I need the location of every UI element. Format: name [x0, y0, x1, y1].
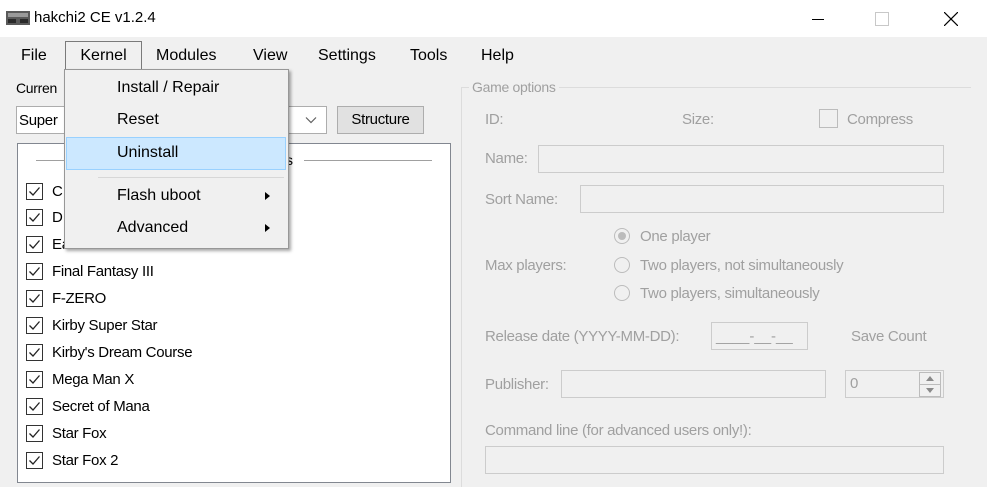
name-label: Name:	[485, 150, 528, 167]
game-item[interactable]: Mega Man X	[26, 366, 134, 393]
command-line-input[interactable]	[485, 446, 944, 474]
game-item[interactable]: D	[26, 204, 63, 231]
close-icon	[944, 11, 958, 26]
game-item-label: Star Fox 2	[52, 452, 119, 469]
checkbox-checked-icon[interactable]	[26, 236, 43, 253]
checkbox-checked-icon[interactable]	[26, 209, 43, 226]
radio-two-players-alternate[interactable]	[614, 257, 630, 273]
radio-two-players-simultaneous[interactable]	[614, 285, 630, 301]
menu-item-flash-uboot[interactable]: Flash uboot	[66, 180, 286, 212]
menu-item-advanced[interactable]: Advanced	[66, 212, 286, 244]
checkbox-checked-icon[interactable]	[26, 183, 43, 200]
game-item-label: Star Fox	[52, 425, 107, 442]
game-item[interactable]: C	[26, 178, 63, 205]
release-date-label: Release date (YYYY-MM-DD):	[485, 328, 680, 345]
current-console-label: Curren	[16, 80, 57, 96]
submenu-arrow-icon	[265, 192, 270, 200]
console-select-value: Super	[19, 112, 58, 129]
checkbox-checked-icon[interactable]	[26, 398, 43, 415]
game-item-label: C	[52, 183, 63, 200]
menu-separator	[98, 177, 284, 178]
group-divider	[304, 160, 432, 161]
game-item[interactable]: Kirby Super Star	[26, 312, 158, 339]
menu-help[interactable]: Help	[481, 44, 514, 68]
release-date-value: ____-__-__	[716, 328, 793, 345]
menu-settings[interactable]: Settings	[318, 44, 376, 68]
game-item-label: Final Fantasy III	[52, 263, 154, 280]
maximize-icon	[875, 11, 889, 26]
game-item-label: Kirby Super Star	[52, 317, 158, 334]
checkbox-checked-icon[interactable]	[26, 263, 43, 280]
checkbox-checked-icon[interactable]	[26, 290, 43, 307]
max-players-label: Max players:	[485, 257, 567, 274]
name-input[interactable]	[538, 145, 944, 173]
menu-kernel[interactable]: Kernel	[65, 41, 142, 71]
hakchi-console-icon	[6, 11, 30, 25]
sort-name-input[interactable]	[580, 185, 944, 213]
game-item-label: Secret of Mana	[52, 398, 150, 415]
sort-name-label: Sort Name:	[485, 191, 558, 208]
save-count-value: 0	[850, 375, 859, 392]
game-item[interactable]: Star Fox	[26, 420, 107, 447]
compress-checkbox[interactable]	[819, 109, 838, 128]
game-options-title: Game options	[469, 79, 559, 95]
close-button[interactable]	[928, 0, 974, 37]
radio-one-player-label: One player	[640, 228, 711, 245]
menu-item-uninstall[interactable]: Uninstall	[66, 137, 286, 170]
game-item[interactable]: Final Fantasy III	[26, 258, 154, 285]
menu-file[interactable]: File	[21, 44, 47, 68]
game-item-label: Kirby's Dream Course	[52, 344, 193, 361]
minimize-button[interactable]	[795, 0, 841, 37]
menu-tools[interactable]: Tools	[410, 44, 447, 68]
radio-two-players-alternate-label: Two players, not simultaneously	[640, 257, 844, 274]
menu-view[interactable]: View	[253, 44, 287, 68]
checkbox-checked-icon[interactable]	[26, 425, 43, 442]
command-line-label: Command line (for advanced users only!):	[485, 422, 752, 439]
save-count-label: Save Count	[851, 328, 927, 345]
size-label: Size:	[682, 111, 714, 128]
checkbox-checked-icon[interactable]	[26, 452, 43, 469]
game-item[interactable]: F-ZERO	[26, 285, 106, 312]
game-item[interactable]: Kirby's Dream Course	[26, 339, 193, 366]
publisher-input[interactable]	[561, 370, 826, 398]
id-label: ID:	[485, 111, 504, 128]
radio-one-player[interactable]	[614, 228, 630, 244]
minimize-icon	[812, 18, 824, 20]
compress-label: Compress	[847, 111, 913, 128]
game-item[interactable]: Star Fox 2	[26, 447, 119, 474]
maximize-button[interactable]	[859, 0, 905, 37]
menu-item-install-repair[interactable]: Install / Repair	[66, 72, 286, 104]
menu-item-reset[interactable]: Reset	[66, 104, 286, 136]
checkbox-checked-icon[interactable]	[26, 371, 43, 388]
window-title: hakchi2 CE v1.2.4	[34, 9, 156, 26]
submenu-arrow-icon	[265, 224, 270, 232]
structure-button[interactable]: Structure	[337, 106, 424, 134]
game-item-label: F-ZERO	[52, 290, 107, 307]
game-item-label: D	[52, 209, 63, 226]
checkbox-checked-icon[interactable]	[26, 317, 43, 334]
checkbox-checked-icon[interactable]	[26, 344, 43, 361]
menu-modules[interactable]: Modules	[156, 44, 216, 68]
game-item-label: Mega Man X	[52, 371, 135, 388]
chevron-down-icon[interactable]	[299, 109, 323, 131]
game-item[interactable]: Secret of Mana	[26, 393, 150, 420]
publisher-label: Publisher:	[485, 376, 549, 393]
spinner-down-icon[interactable]	[919, 384, 941, 397]
radio-two-players-simultaneous-label: Two players, simultaneously	[640, 285, 820, 302]
